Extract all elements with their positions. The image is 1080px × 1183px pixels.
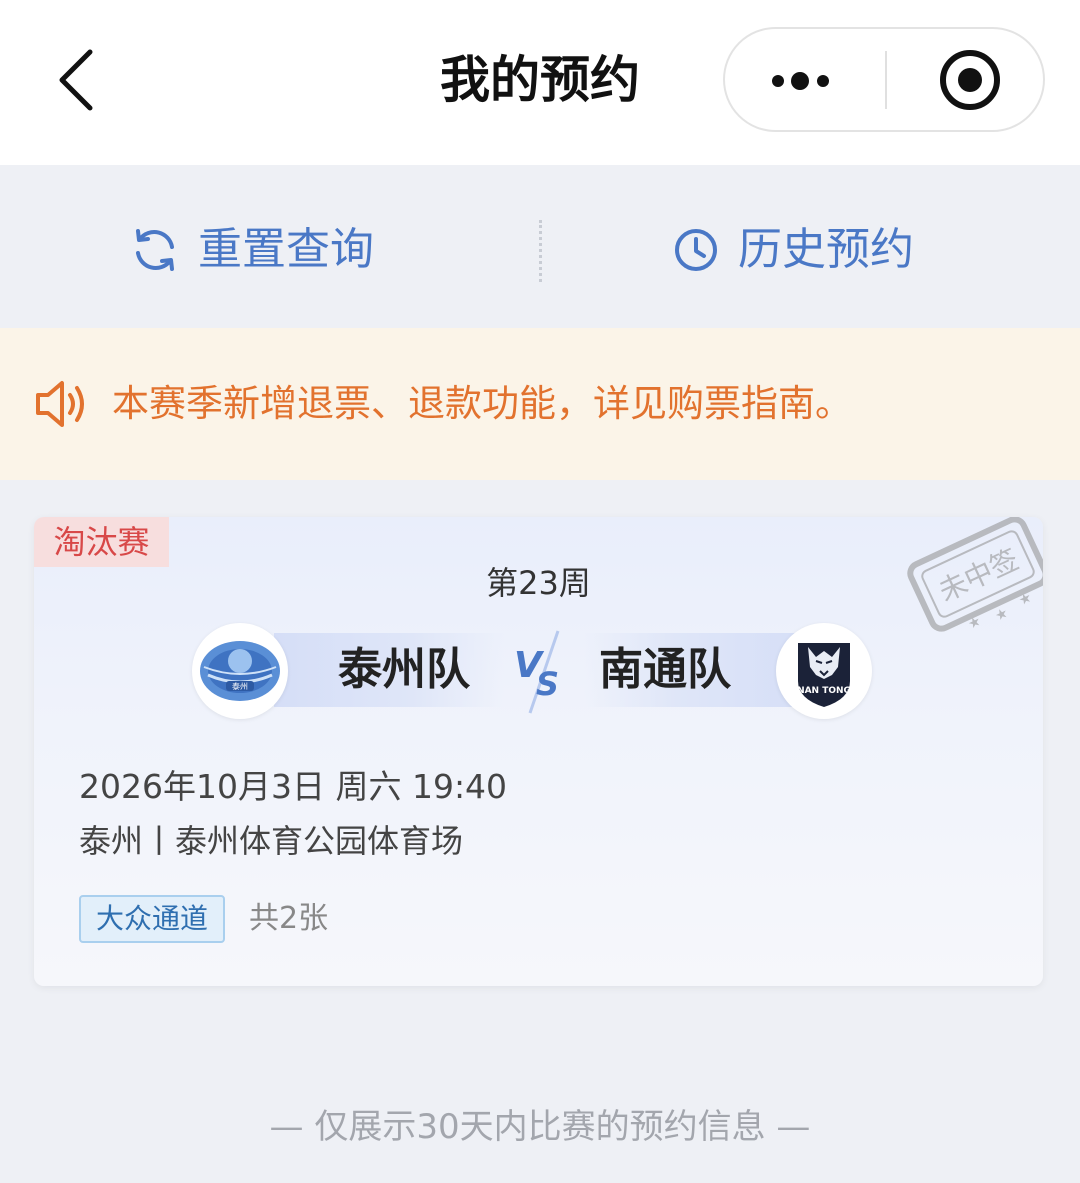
- home-logo-text: 泰州: [232, 681, 248, 691]
- speaker-icon: [36, 381, 84, 427]
- away-team-logo: NAN TONG: [776, 623, 872, 719]
- notice-text: 本赛季新增退票、退款功能，详见购票指南。: [112, 382, 852, 425]
- taizhou-badge-icon: 泰州: [200, 641, 280, 701]
- ticket-count: 共2张: [249, 901, 329, 936]
- refresh-icon: [136, 229, 174, 271]
- stage-tag: 淘汰赛: [34, 517, 169, 567]
- target-close-icon: [940, 50, 1000, 110]
- action-bar: 重置查询 历史预约: [0, 165, 1080, 328]
- match-venue: 泰州丨泰州体育公园体育场: [79, 822, 464, 860]
- svg-text:S: S: [536, 665, 559, 703]
- history-reservations-label: 历史预约: [738, 224, 914, 275]
- close-mini-program-button[interactable]: [887, 29, 1043, 130]
- away-team-name: 南通队: [599, 644, 731, 695]
- more-options-button[interactable]: [725, 29, 885, 130]
- reset-query-button[interactable]: 重置查询: [130, 215, 390, 285]
- more-dots-icon: [772, 75, 784, 87]
- channel-tag: 大众通道: [79, 895, 225, 943]
- svg-text:★: ★: [993, 605, 1011, 625]
- reservation-card[interactable]: 淘汰赛 未中签 ★ ★ ★ 第23周 泰州 泰州队 V S 南通队 NAN TO…: [34, 517, 1043, 986]
- more-dots-icon-right: [817, 75, 829, 87]
- notice-banner[interactable]: 本赛季新增退票、退款功能，详见购票指南。: [0, 328, 1080, 480]
- mini-program-capsule: [723, 27, 1045, 132]
- round-label: 第23周: [486, 564, 591, 602]
- vs-icon: V S: [514, 630, 560, 714]
- svg-text:★: ★: [966, 613, 984, 633]
- more-dots-icon-center: [791, 72, 809, 90]
- action-divider: [539, 220, 542, 282]
- away-logo-text: NAN TONG: [797, 686, 851, 696]
- history-reservations-button[interactable]: 历史预约: [672, 215, 932, 285]
- footer-note: — 仅展示30天内比赛的预约信息 —: [269, 1107, 811, 1147]
- clock-icon: [675, 229, 717, 271]
- nantong-wolf-badge-icon: NAN TONG: [797, 643, 851, 707]
- reset-query-label: 重置查询: [198, 224, 374, 275]
- home-team-logo: 泰州: [192, 623, 288, 719]
- home-team-name: 泰州队: [338, 644, 470, 695]
- nav-header: 我的预约: [0, 0, 1080, 165]
- match-datetime: 2026年10月3日 周六 19:40: [79, 767, 508, 806]
